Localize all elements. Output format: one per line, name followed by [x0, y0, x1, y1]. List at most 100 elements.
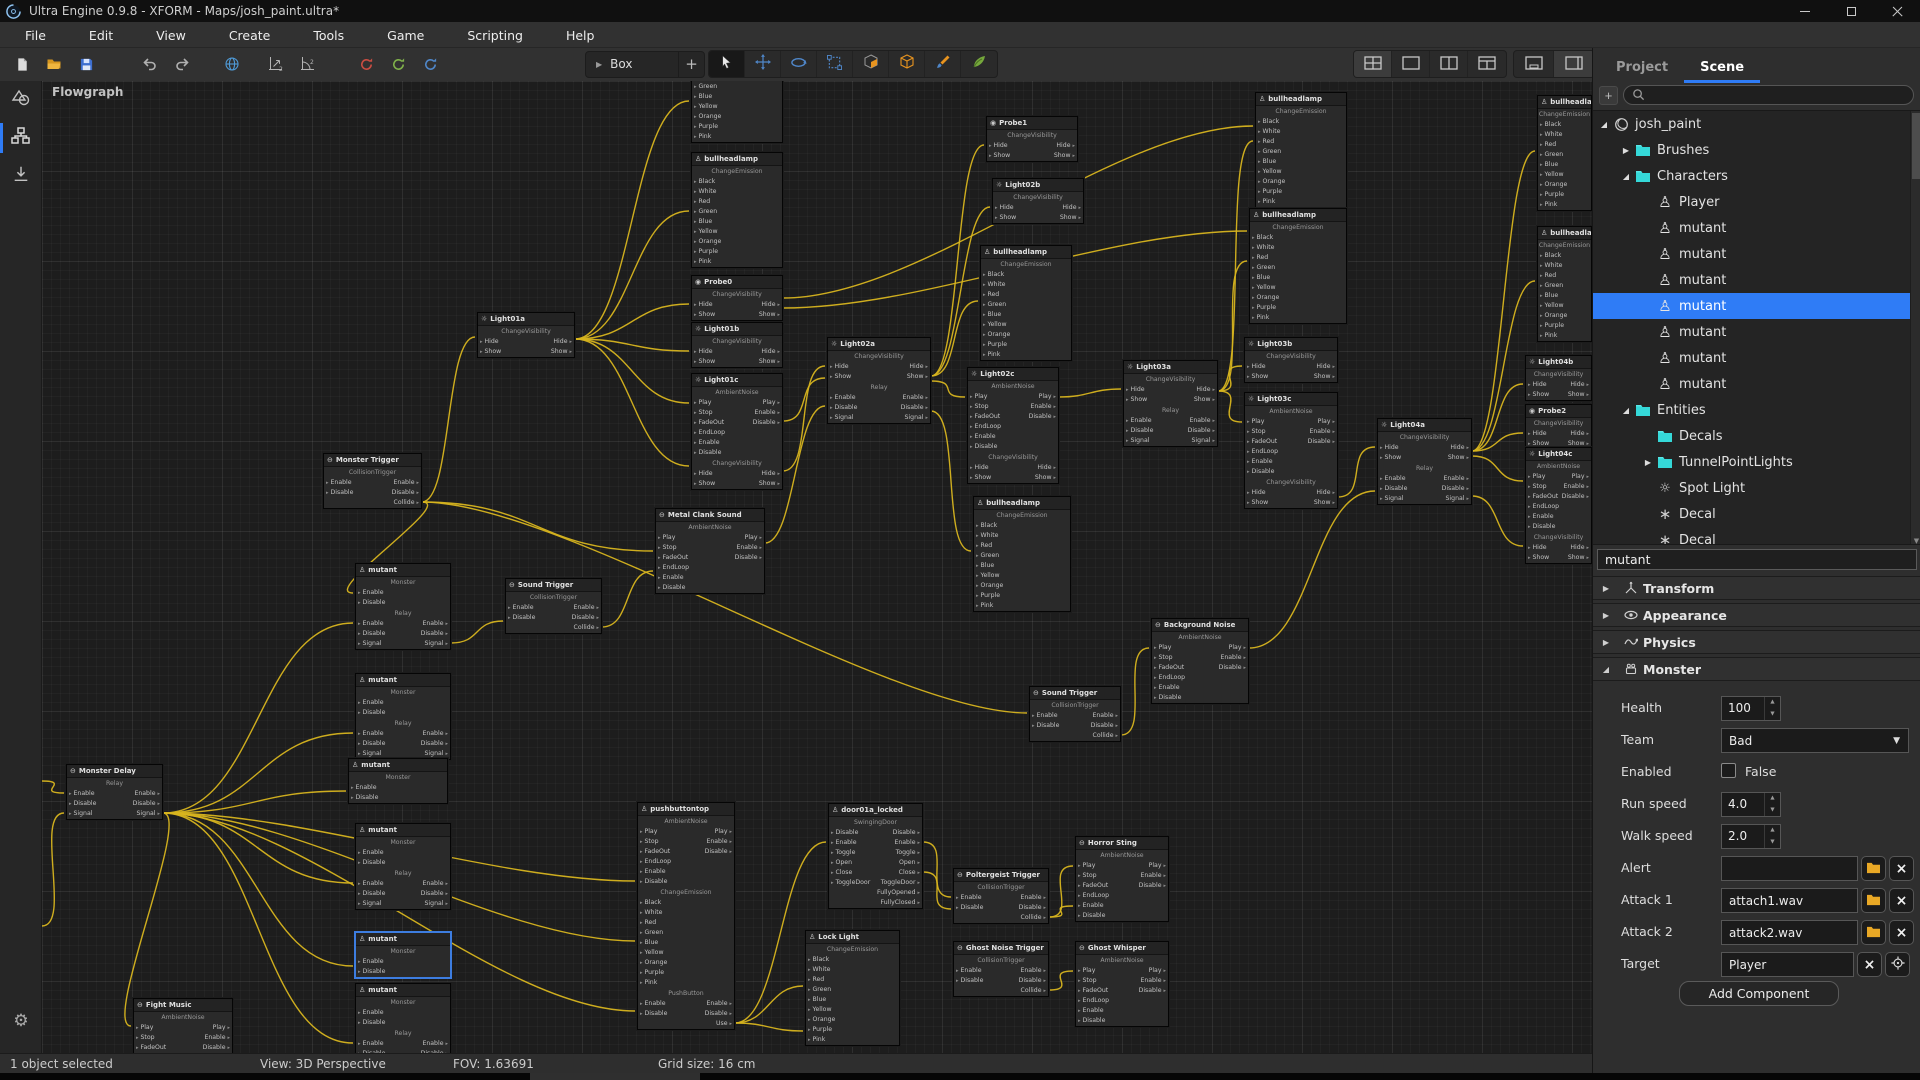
menu-item-help[interactable]: Help: [551, 28, 610, 43]
output-port[interactable]: Show ▸: [1314, 498, 1335, 508]
input-port[interactable]: ▸ Enable: [1078, 901, 1104, 911]
panel-right-button[interactable]: [1554, 50, 1594, 78]
tree-item-brushes[interactable]: ▶Brushes: [1593, 137, 1920, 163]
input-port[interactable]: ▸ FadeOut: [658, 553, 688, 563]
output-port[interactable]: Play ▸: [1149, 966, 1166, 976]
output-port[interactable]: Show ▸: [907, 372, 928, 382]
flowgraph-node-probe0[interactable]: ◉Probe0ChangeVisibility▸ HideHide ▸▸ Sho…: [691, 275, 783, 321]
attack-1-input[interactable]: attach1.wav: [1721, 888, 1858, 913]
output-port[interactable]: Hide ▸: [1570, 380, 1589, 390]
input-port[interactable]: ▸ Enable: [1032, 711, 1058, 721]
output-port[interactable]: Enable ▸: [573, 603, 599, 613]
input-port[interactable]: ▸ Purple: [1252, 303, 1276, 313]
input-port[interactable]: ▸ Orange: [694, 112, 721, 122]
attack-1-browse-button[interactable]: [1861, 888, 1886, 913]
input-port[interactable]: ▸ Pink: [808, 1035, 825, 1045]
input-port[interactable]: ▸ Stop: [1078, 976, 1097, 986]
input-port[interactable]: ▸ Green: [1258, 147, 1281, 157]
input-port[interactable]: ▸ Green: [694, 207, 717, 217]
input-port[interactable]: ▸ Stop: [970, 402, 989, 412]
input-port[interactable]: ▸ EndLoop: [1078, 996, 1109, 1006]
input-port[interactable]: ▸ Enable: [358, 879, 384, 889]
input-port[interactable]: ▸ White: [976, 531, 998, 541]
output-port[interactable]: Show ▸: [1568, 553, 1589, 563]
menu-item-game[interactable]: Game: [372, 28, 439, 43]
input-port[interactable]: ▸ Green: [1540, 150, 1563, 160]
search-input[interactable]: [1623, 85, 1914, 105]
input-port[interactable]: ▸ Show: [694, 479, 715, 489]
input-port[interactable]: ▸ Play: [640, 827, 657, 837]
input-port[interactable]: ▸ EndLoop: [1247, 447, 1278, 457]
input-port[interactable]: ▸ Yellow: [808, 1005, 832, 1015]
input-port[interactable]: ▸ White: [1540, 130, 1562, 140]
flowgraph-node-light04a[interactable]: ☼Light04aChangeVisibility▸ HideHide ▸▸ S…: [1377, 418, 1472, 505]
tree-item-player[interactable]: ♙Player: [1593, 189, 1920, 215]
import-tool[interactable]: [0, 157, 42, 195]
output-port[interactable]: Show ▸: [1060, 213, 1081, 223]
input-port[interactable]: ▸ Disable: [956, 976, 983, 986]
input-port[interactable]: ▸ Enable: [694, 438, 720, 448]
output-port[interactable]: Hide ▸: [553, 337, 572, 347]
input-port[interactable]: ▸ Hide: [1528, 429, 1547, 439]
input-port[interactable]: ▸ Black: [983, 270, 1004, 280]
input-port[interactable]: ▸ Show: [1380, 453, 1401, 463]
input-port[interactable]: ▸ Pink: [694, 257, 711, 267]
input-port[interactable]: ▸ Show: [1126, 395, 1147, 405]
foliage-button[interactable]: [961, 50, 997, 78]
input-port[interactable]: ▸ FadeOut: [1078, 881, 1108, 891]
flowgraph-node-horror-sting[interactable]: ⊖Horror StingAmbientNoise▸ PlayPlay ▸▸ S…: [1075, 836, 1169, 922]
rotate-x-icon[interactable]: [352, 51, 380, 77]
input-port[interactable]: ▸ Stop: [694, 408, 713, 418]
output-port[interactable]: Close ▸: [899, 868, 920, 878]
input-port[interactable]: ▸ Signal: [358, 899, 382, 909]
team-dropdown[interactable]: Bad▼: [1721, 728, 1909, 753]
input-port[interactable]: ▸ EndLoop: [1528, 502, 1559, 512]
flowgraph-node-mutant[interactable]: ♙mutantMonster▸ Enable▸ DisableRelay▸ En…: [355, 823, 451, 910]
tree-item-decal[interactable]: ∗Decal: [1593, 501, 1920, 527]
flowgraph-node-light03a[interactable]: ☼Light03aChangeVisibility▸ HideHide ▸▸ S…: [1123, 360, 1218, 447]
input-port[interactable]: ▸ Pink: [1540, 200, 1557, 210]
input-port[interactable]: ▸ Hide: [1528, 380, 1547, 390]
flowgraph-canvas[interactable]: ♙bullheadlampChangeEmission▸ Black▸ Whit…: [42, 81, 1592, 1053]
flowgraph-node-probe2[interactable]: ◉Probe2ChangeVisibility▸ HideHide ▸▸ Sho…: [1525, 404, 1592, 450]
input-port[interactable]: ▸ ToggleDoor: [831, 878, 870, 888]
new-file-icon[interactable]: [8, 51, 36, 77]
input-port[interactable]: ▸ Black: [808, 955, 829, 965]
output-port[interactable]: Signal ▸: [137, 809, 161, 819]
input-port[interactable]: ▸ FadeOut: [1528, 492, 1558, 502]
output-port[interactable]: Disable ▸: [1219, 663, 1246, 673]
tab-project[interactable]: Project: [1614, 52, 1670, 83]
flowgraph-node-fight-music[interactable]: ⊖Fight MusicAmbientNoise▸ PlayPlay ▸▸ St…: [133, 998, 233, 1053]
input-port[interactable]: ▸ Green: [976, 551, 999, 561]
attack-2-browse-button[interactable]: [1861, 920, 1886, 945]
input-port[interactable]: ▸ Purple: [1540, 190, 1564, 200]
input-port[interactable]: ▸ Red: [1252, 253, 1268, 263]
output-port[interactable]: Enable ▸: [422, 879, 448, 889]
output-port[interactable]: Disable ▸: [1019, 976, 1046, 986]
tree-item-mutant[interactable]: ♙mutant: [1593, 215, 1920, 241]
input-port[interactable]: ▸ Pink: [640, 978, 657, 988]
spinner-arrows[interactable]: ▲▼: [1764, 697, 1780, 720]
input-port[interactable]: ▸ Purple: [1540, 321, 1564, 331]
input-port[interactable]: ▸ Blue: [694, 92, 712, 102]
flowgraph-node-bullheadlamp[interactable]: ♙bullheadlampChangeEmission▸ Black▸ Whit…: [973, 496, 1071, 612]
input-port[interactable]: ▸ Black: [694, 177, 715, 187]
output-port[interactable]: Hide ▸: [1196, 385, 1215, 395]
output-port[interactable]: Enable ▸: [1140, 976, 1166, 986]
input-port[interactable]: ▸ Signal: [1126, 436, 1150, 446]
input-port[interactable]: ▸ FadeOut: [1078, 986, 1108, 996]
output-port[interactable]: Hide ▸: [909, 362, 928, 372]
layout-three-button[interactable]: [1468, 50, 1506, 78]
output-port[interactable]: Disable ▸: [893, 828, 920, 838]
input-port[interactable]: ▸ Stop: [658, 543, 677, 553]
input-port[interactable]: ▸ White: [808, 965, 830, 975]
input-port[interactable]: ▸ Disable: [1247, 467, 1274, 477]
flowgraph-node-door01a-locked[interactable]: ♙door01a_lockedSwingingDoor▸ DisableDisa…: [828, 803, 923, 909]
menu-item-edit[interactable]: Edit: [74, 28, 128, 43]
input-port[interactable]: ▸ Stop: [1528, 482, 1547, 492]
input-port[interactable]: ▸ Hide: [1126, 385, 1145, 395]
input-port[interactable]: ▸ Show: [1528, 553, 1549, 563]
input-port[interactable]: ▸ EndLoop: [1154, 673, 1185, 683]
output-port[interactable]: Enable ▸: [422, 729, 448, 739]
input-port[interactable]: ▸ Enable: [358, 848, 384, 858]
